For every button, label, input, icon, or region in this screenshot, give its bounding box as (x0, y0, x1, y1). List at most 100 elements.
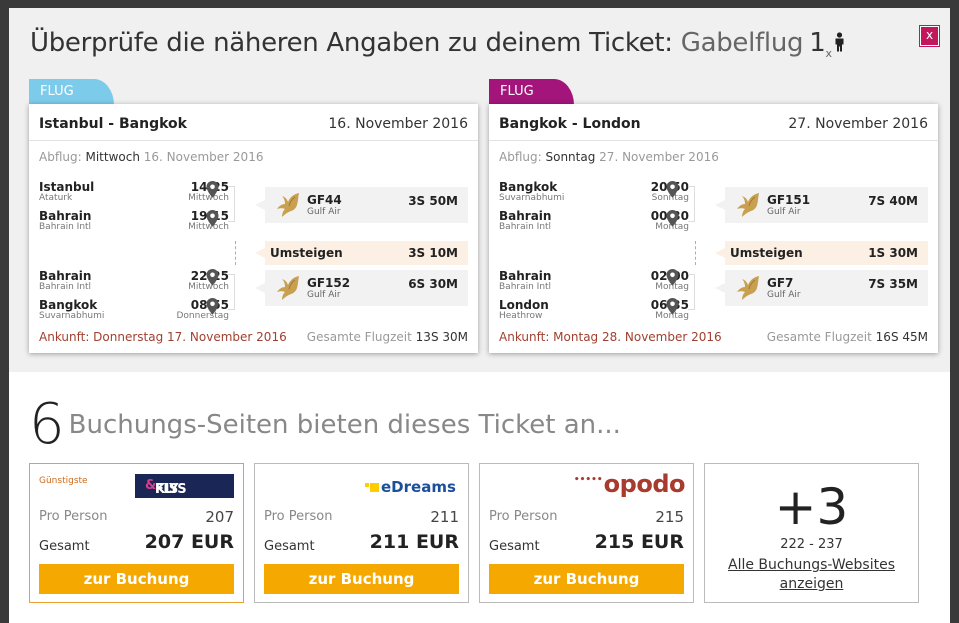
total-price: 211 EUR (369, 531, 459, 553)
leg-1-departure: Bangkok Suvarnabhumi 20:50 Sonntag (499, 180, 689, 208)
dep-airport: Suvarnabhumi (499, 193, 565, 203)
offer-card-kissandfly: Günstigste KISS & FLY Pro Person 207 Gesam… (29, 463, 244, 603)
flight-number: GF7 (767, 276, 794, 290)
cheapest-badge: Günstigste (39, 476, 88, 486)
flight-duration: 6S 30M (408, 277, 458, 291)
per-person-price: 215 (655, 508, 684, 526)
departure-day: Sonntag (545, 150, 596, 164)
departure-label: Abflug: (499, 150, 542, 164)
location-pin-icon (206, 181, 219, 198)
departure-info: Abflug: Mittwoch 16. November 2016 (39, 150, 263, 164)
departure-info: Abflug: Sonntag 27. November 2016 (499, 150, 719, 164)
per-person-label: Pro Person (39, 509, 108, 524)
airline-name: Gulf Air (767, 207, 801, 217)
location-pin-icon (206, 210, 219, 227)
page-title: Überprüfe die näheren Angaben zu deinem … (30, 28, 845, 60)
flight-summary-area: Überprüfe die näheren Angaben zu deinem … (9, 8, 950, 372)
kissandfly-logo: KISS & FLY (135, 474, 234, 498)
transfer-label: Umsteigen (730, 246, 803, 260)
transfer-label: Umsteigen (270, 246, 343, 260)
location-pin-icon (666, 210, 679, 227)
per-person-price: 211 (430, 508, 459, 526)
arr-day: Donnerstag (176, 311, 229, 321)
flight-duration: 3S 50M (408, 194, 458, 208)
arr-airport: Bahrain Intl (499, 222, 552, 232)
total-flight-time-value: 16S 45M (875, 330, 928, 344)
offers-heading: 6 Buchungs-Seiten bieten dieses Ticket an… (29, 392, 621, 457)
book-button[interactable]: zur Buchung (264, 564, 459, 594)
dep-city: Bangkok (499, 180, 558, 194)
flight-duration: 7S 40M (868, 194, 918, 208)
transfer-duration: 3S 10M (408, 246, 458, 260)
total-price: 207 EUR (144, 531, 234, 553)
close-button[interactable]: x (920, 26, 939, 46)
title-text: Überprüfe die näheren Angaben zu deinem … (30, 28, 673, 58)
location-pin-icon (666, 269, 679, 286)
total-flight-time: Gesamte Flugzeit 13S 30M (307, 330, 468, 344)
all-booking-sites-link[interactable]: Alle Buchungs-Websites anzeigen (705, 556, 918, 594)
total-label: Gesamt (264, 539, 315, 554)
dep-airport: Bahrain Intl (39, 282, 92, 292)
total-flight-time: Gesamte Flugzeit 16S 45M (767, 330, 928, 344)
book-button[interactable]: zur Buchung (39, 564, 234, 594)
dep-city: Bahrain (39, 269, 92, 283)
total-flight-time-label: Gesamte Flugzeit (766, 330, 872, 344)
arr-city: Bahrain (39, 209, 92, 223)
offer-card-opodo: •••••opodo Pro Person 215 Gesamt 215 EUR… (479, 463, 694, 603)
arr-airport: Bahrain Intl (39, 222, 92, 232)
location-pin-icon (666, 298, 679, 315)
location-pin-icon (666, 181, 679, 198)
offers-heading-text: Buchungs-Seiten bieten dieses Ticket an.… (68, 409, 621, 440)
total-label: Gesamt (39, 539, 90, 554)
gulf-air-falcon-icon (735, 274, 761, 302)
logo-text: eDreams (381, 478, 456, 496)
leg-2-departure: Bahrain Bahrain Intl 02:00 Montag (499, 269, 689, 297)
book-button[interactable]: zur Buchung (489, 564, 684, 594)
leg-1-flight-info: GF44 Gulf Air 3S 50M (255, 187, 468, 223)
tab-flug-2: FLUG #2 (489, 79, 574, 125)
opodo-logo: •••••opodo (573, 470, 686, 498)
leg-2-arrival: London Heathrow 06:35 Montag (499, 298, 689, 326)
passenger-count-value: 1 (809, 28, 826, 58)
location-pin-icon (206, 269, 219, 286)
edreams-logo: eDreams (365, 478, 456, 496)
flight-number: GF152 (307, 276, 351, 290)
leg-1-arrival: Bahrain Bahrain Intl 00:30 Montag (499, 209, 689, 237)
leg-2-flight-info: GF152 Gulf Air 6S 30M (255, 270, 468, 306)
gulf-air-falcon-icon (735, 191, 761, 219)
flight-card-2: Bangkok - London 27. November 2016 Abflu… (489, 104, 938, 353)
per-person-label: Pro Person (264, 509, 333, 524)
flight-number: GF44 (307, 193, 342, 207)
leg-1-flight-info: GF151 Gulf Air 7S 40M (715, 187, 928, 223)
total-price: 215 EUR (594, 531, 684, 553)
arr-airport: Heathrow (499, 311, 543, 321)
trip-type: Gabelflug (680, 28, 804, 58)
departure-day: Mittwoch (85, 150, 140, 164)
leg-2-departure: Bahrain Bahrain Intl 22:25 Mittwoch (39, 269, 229, 297)
dep-airport: Bahrain Intl (499, 282, 552, 292)
total-flight-time-value: 13S 30M (415, 330, 468, 344)
leg-2-arrival: Bangkok Suvarnabhumi 08:55 Donnerstag (39, 298, 229, 326)
transfer-divider (695, 241, 696, 265)
ticket-details-modal: Überprüfe die näheren Angaben zu deinem … (9, 8, 950, 623)
passenger-count-suffix: x (825, 47, 832, 60)
flight-route: Bangkok - London (499, 116, 641, 132)
leg-bracket (688, 274, 695, 310)
person-icon (834, 29, 845, 59)
total-label: Gesamt (489, 539, 540, 554)
logo-text: opodo (603, 470, 686, 498)
flight-route: Istanbul - Bangkok (39, 116, 187, 132)
airline-name: Gulf Air (307, 290, 341, 300)
flight-card-header: Istanbul - Bangkok 16. November 2016 (29, 104, 478, 141)
offer-card-edreams: eDreams Pro Person 211 Gesamt 211 EUR zu… (254, 463, 469, 603)
gulf-air-falcon-icon (275, 191, 301, 219)
dep-airport: Ataturk (39, 193, 73, 203)
more-offers-count: +3 (774, 478, 849, 536)
offers-count: 6 (29, 392, 65, 457)
tab-flug-1: FLUG #1 (29, 79, 114, 125)
logo-dots: ••••• (573, 475, 603, 485)
gulf-air-falcon-icon (275, 274, 301, 302)
flight-date: 27. November 2016 (788, 116, 928, 132)
arr-city: Bahrain (499, 209, 552, 223)
flight-card-1: Istanbul - Bangkok 16. November 2016 Abf… (29, 104, 478, 353)
